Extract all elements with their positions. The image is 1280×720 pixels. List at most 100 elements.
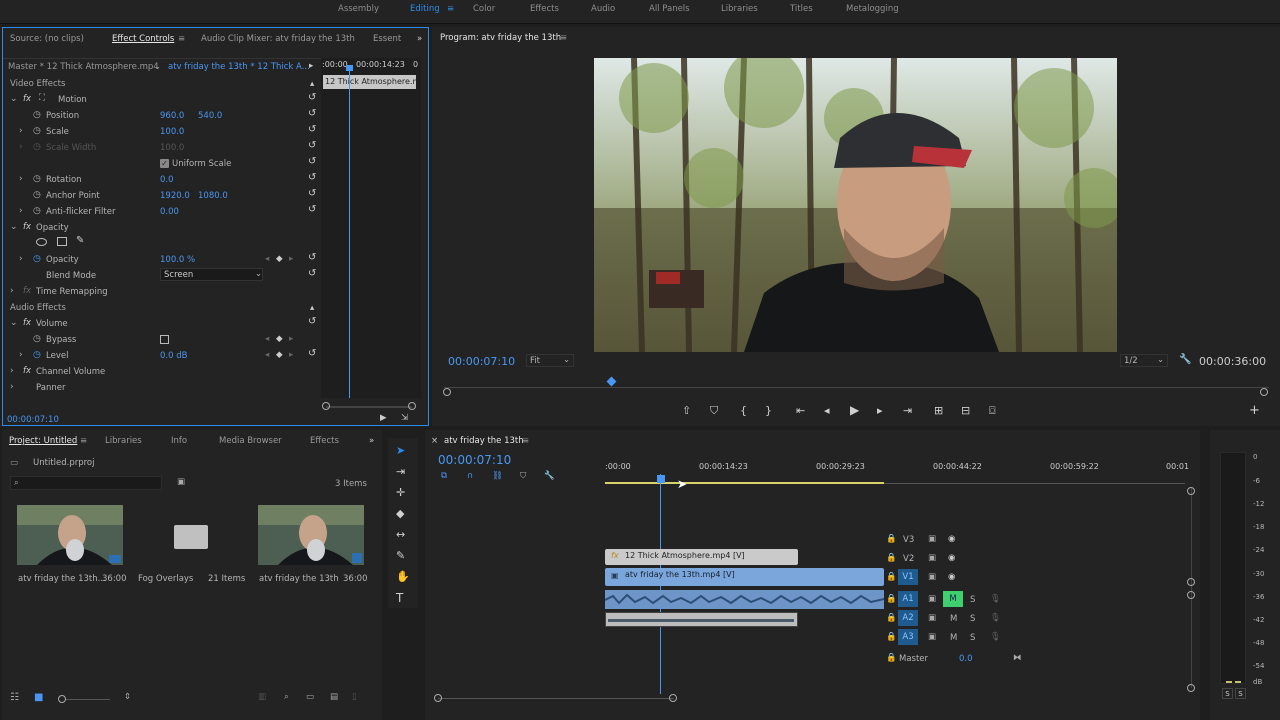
lock-icon[interactable]: 🔒	[886, 653, 897, 663]
go-to-out-icon[interactable]: ⇥	[903, 404, 912, 417]
sort-icon[interactable]: ⇕	[124, 692, 131, 702]
play-only-audio-icon[interactable]: ▶	[380, 413, 387, 423]
tab-effects[interactable]: Effects	[310, 436, 339, 446]
stopwatch-icon[interactable]: ◷	[33, 350, 41, 360]
reset-icon[interactable]: ↺	[308, 108, 316, 119]
clip-v1[interactable]: ▣ atv friday the 13th.mp4 [V]	[605, 568, 884, 586]
chevron-right-icon[interactable]: ›	[19, 206, 23, 216]
film-sync-icon[interactable]: ▣	[928, 594, 936, 604]
anchor-x-value[interactable]: 1920.0	[160, 191, 190, 201]
stopwatch-icon[interactable]: ◷	[33, 190, 41, 200]
program-title[interactable]: Program: atv friday the 13th	[440, 33, 561, 43]
add-marker-icon[interactable]: ⛉	[710, 404, 718, 418]
prev-keyframe-icon[interactable]: ◂	[265, 254, 269, 264]
panel-menu-icon[interactable]: ≡	[522, 436, 529, 446]
step-back-icon[interactable]: ◂	[824, 404, 830, 417]
blend-mode-dropdown[interactable]: Screen ⌄	[160, 268, 263, 281]
stopwatch-icon[interactable]: ◷	[33, 254, 41, 264]
reset-icon[interactable]: ↺	[308, 204, 316, 215]
prev-keyframe-icon[interactable]: ◂	[265, 334, 269, 344]
tab-audio-clip-mixer[interactable]: Audio Clip Mixer: atv friday the 13th	[201, 34, 355, 44]
stopwatch-icon[interactable]: ◷	[33, 126, 41, 136]
play-button-icon[interactable]: ▶	[850, 403, 859, 417]
resolution-dropdown[interactable]: 1/2 ⌄	[1120, 354, 1168, 367]
solo-left-button[interactable]: S	[1222, 688, 1233, 699]
uniform-scale-checkbox[interactable]: ✓	[160, 159, 169, 168]
rectangle-mask-icon[interactable]	[57, 237, 67, 246]
film-sync-icon[interactable]: ▣	[928, 572, 936, 582]
film-sync-icon[interactable]: ▣	[928, 613, 936, 623]
workspace-titles[interactable]: Titles	[790, 4, 813, 14]
pen-tool-icon[interactable]: ✎	[396, 549, 405, 562]
reset-icon[interactable]: ↺	[308, 188, 316, 199]
linked-selection-icon[interactable]: ⛓	[492, 471, 503, 481]
selection-tool-icon[interactable]: ➤	[396, 444, 405, 457]
solo-button[interactable]: S	[970, 614, 975, 624]
chevron-right-icon[interactable]: ›	[19, 254, 23, 264]
chevron-down-icon[interactable]: ⌄	[154, 62, 161, 72]
lock-icon[interactable]: 🔒	[886, 534, 897, 544]
fx-icon[interactable]: fx	[23, 318, 31, 328]
panel-menu-icon[interactable]: ≡	[178, 34, 185, 44]
reset-icon[interactable]: ↺	[308, 316, 316, 327]
nest-toggle-icon[interactable]: ⧉	[441, 471, 447, 481]
panel-menu-icon[interactable]: ≡	[560, 33, 567, 43]
chevron-right-icon[interactable]: ›	[10, 382, 14, 392]
eye-icon[interactable]: ◉	[948, 534, 955, 544]
fit-dropdown[interactable]: Fit ⌄	[526, 354, 574, 367]
scroll-handle-top[interactable]	[1187, 487, 1195, 495]
bin-name[interactable]: Fog Overlays	[138, 574, 193, 584]
master-volume-value[interactable]: 0.0	[959, 654, 973, 664]
scroll-handle-right[interactable]	[1260, 388, 1268, 396]
scale-value[interactable]: 100.0	[160, 127, 184, 137]
track-source-patch[interactable]: V1	[898, 569, 918, 585]
horizontal-zoom-scrollbar[interactable]	[438, 698, 674, 699]
reset-icon[interactable]: ↺	[308, 268, 316, 279]
go-to-in-icon[interactable]: ⇤	[796, 404, 805, 417]
timeline-playhead-handle[interactable]	[657, 475, 665, 483]
new-bin-icon[interactable]: ▣	[177, 477, 185, 487]
add-keyframe-icon[interactable]: ◆	[276, 334, 283, 344]
type-tool-icon[interactable]: T	[396, 591, 403, 605]
project-item-name[interactable]: atv friday the 13th	[259, 574, 339, 584]
scroll-handle-right[interactable]	[408, 402, 416, 410]
add-keyframe-icon[interactable]: ◆	[276, 350, 283, 360]
panel-overflow-icon[interactable]: »	[369, 436, 374, 446]
time-ruler[interactable]: :00:00 00:00:14:23 00:00:29:23 00:00:44:…	[605, 460, 1189, 488]
time-remapping-label[interactable]: Time Remapping	[36, 287, 108, 297]
chevron-right-icon[interactable]: ›	[19, 174, 23, 184]
new-item-icon[interactable]: ▤	[330, 692, 338, 702]
go-to-edit-point-icon[interactable]: ⧓	[1013, 653, 1022, 663]
overwrite-icon[interactable]: ⊟	[961, 404, 970, 417]
tab-project[interactable]: Project: Untitled	[9, 436, 77, 446]
master-clip-label[interactable]: Master * 12 Thick Atmosphere.mp4	[8, 62, 159, 72]
chevron-down-icon[interactable]: ⌄	[10, 222, 18, 232]
scroll-handle[interactable]	[1187, 591, 1195, 599]
stopwatch-icon[interactable]: ◷	[33, 110, 41, 120]
chevron-right-icon[interactable]: ›	[10, 366, 14, 376]
film-sync-icon[interactable]: ▣	[928, 553, 936, 563]
film-sync-icon[interactable]: ▣	[928, 534, 936, 544]
program-playhead[interactable]	[606, 376, 617, 387]
stopwatch-icon[interactable]: ◷	[33, 174, 41, 184]
microphone-icon[interactable]: 🎙	[990, 594, 1001, 604]
export-frame-icon[interactable]: ⇲	[401, 413, 408, 423]
panel-overflow-icon[interactable]: »	[417, 34, 422, 44]
reset-icon[interactable]: ↺	[308, 124, 316, 135]
anti-flicker-value[interactable]: 0.00	[160, 207, 179, 217]
project-item-thumbnail[interactable]	[17, 505, 123, 565]
play-icon[interactable]: ▸	[309, 61, 313, 71]
workspace-audio[interactable]: Audio	[591, 4, 615, 14]
tab-info[interactable]: Info	[171, 436, 187, 446]
lock-icon[interactable]: 🔒	[886, 613, 897, 623]
razor-tool-icon[interactable]: ◆	[396, 507, 404, 520]
add-marker-icon[interactable]: ⛉	[520, 471, 526, 481]
workspace-libraries[interactable]: Libraries	[721, 4, 758, 14]
solo-right-button[interactable]: S	[1235, 688, 1246, 699]
fx-icon[interactable]: fx	[23, 94, 31, 104]
snap-icon[interactable]: ∩	[467, 471, 473, 481]
reset-icon[interactable]: ↺	[308, 156, 316, 167]
project-search-input[interactable]: ⌕	[10, 476, 162, 490]
effect-mini-timeline[interactable]	[321, 58, 421, 398]
program-video-frame[interactable]	[594, 58, 1117, 352]
